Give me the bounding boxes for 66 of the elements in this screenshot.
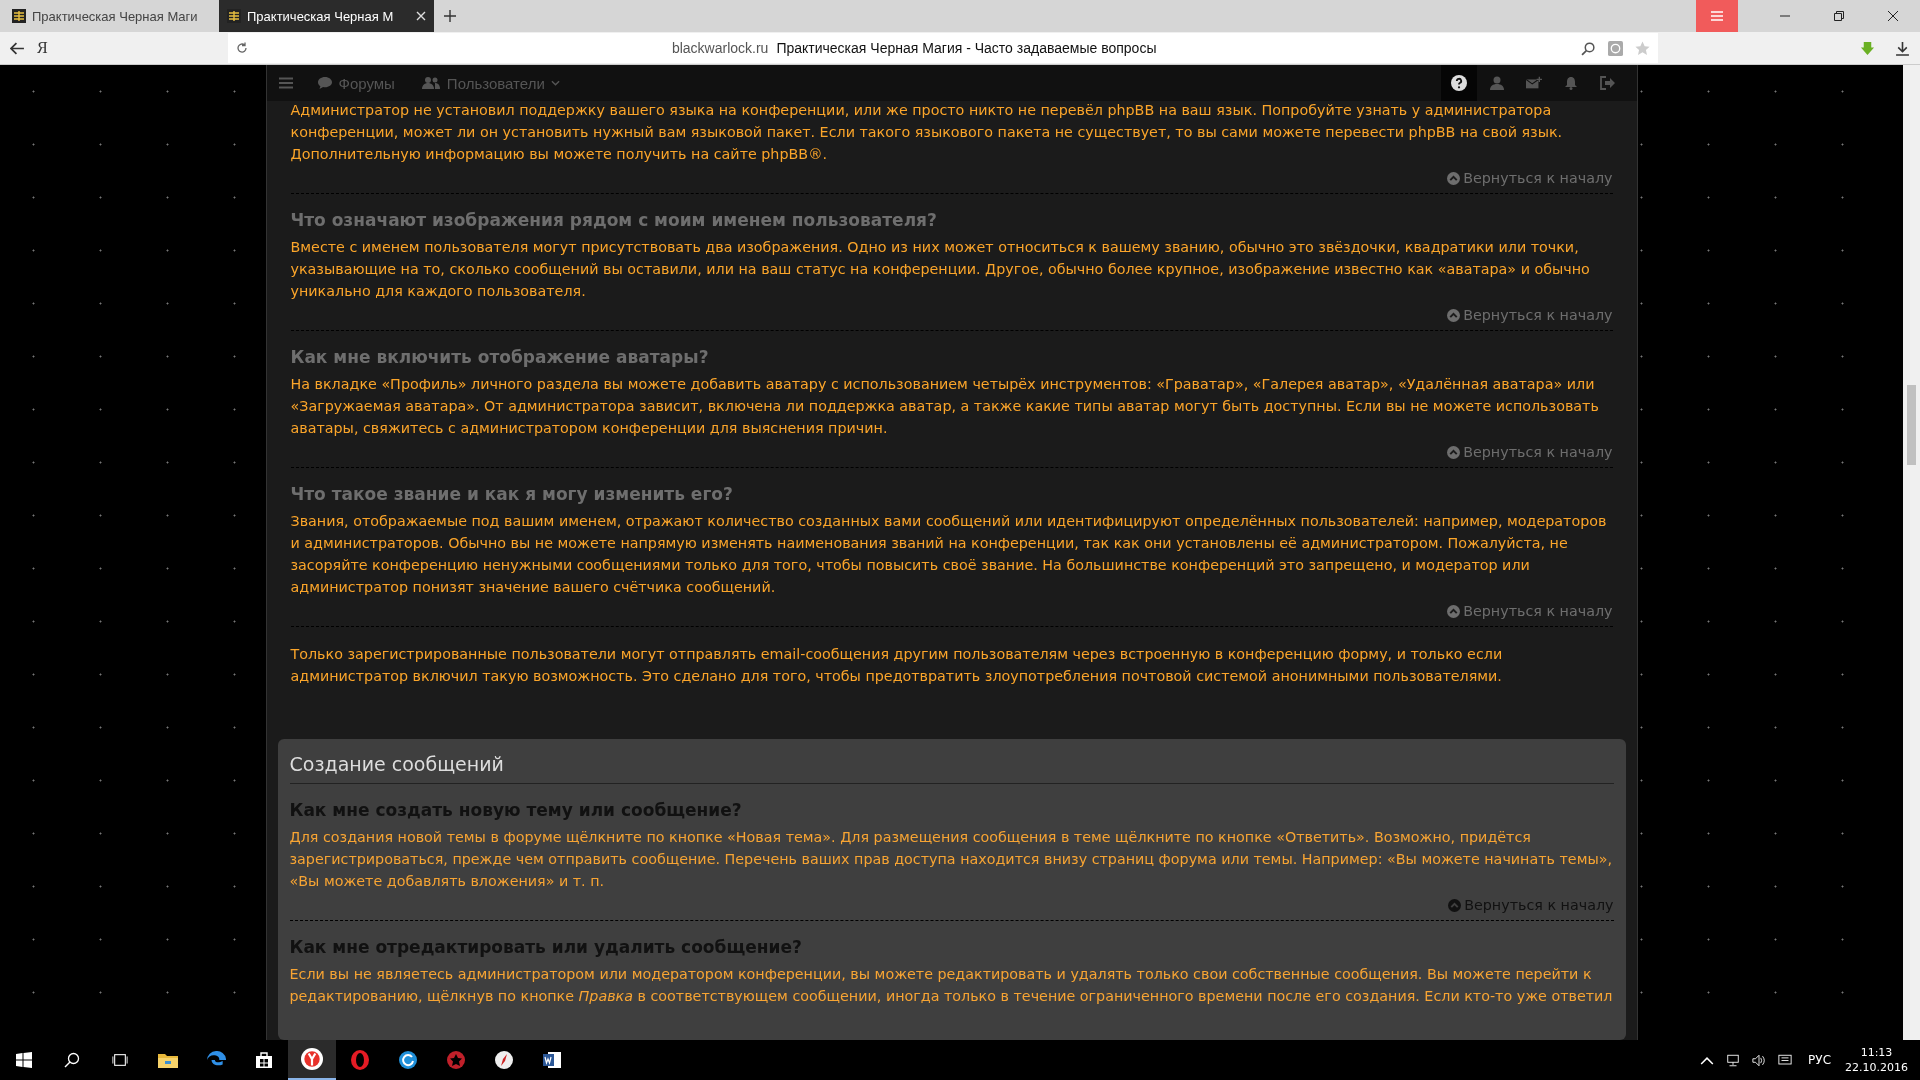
download-icon[interactable] bbox=[1895, 40, 1910, 56]
menu-icon bbox=[1711, 11, 1723, 21]
search-icon[interactable] bbox=[64, 1052, 80, 1068]
browser-tab[interactable]: Практическая Черная М bbox=[219, 0, 434, 32]
task-view-icon[interactable] bbox=[112, 1052, 128, 1068]
section-title: Создание сообщений bbox=[289, 743, 1614, 784]
back-to-top-link[interactable]: Вернуться к началу bbox=[1447, 170, 1613, 186]
navbar-link[interactable]: Пользователи bbox=[420, 74, 560, 92]
input-language[interactable]: РУС bbox=[1808, 1053, 1831, 1067]
back-arrow-icon[interactable] bbox=[10, 40, 25, 56]
network-icon[interactable] bbox=[1726, 1053, 1741, 1067]
address-domain: blackwarlock.ru bbox=[671, 40, 769, 56]
help-button[interactable] bbox=[1440, 65, 1477, 101]
start-icon[interactable] bbox=[16, 1052, 32, 1068]
new-tab-icon[interactable] bbox=[444, 10, 456, 22]
document-w-icon bbox=[542, 1050, 562, 1070]
faq-question: Что такое звание и как я могу изменить его? bbox=[290, 484, 734, 504]
menu-icon[interactable] bbox=[278, 77, 293, 89]
page-title: Практическая Черная Магия - Часто задаваемые вопросы bbox=[776, 40, 1157, 56]
notification-icon[interactable] bbox=[1778, 1053, 1793, 1067]
faq-answer: Только зарегистрированные пользователи могут отправлять email-сообщения другим пользователям через встроенную в конференцию форму, и только если администратор включил такую возможность. Это сделано для того, чтобы предотвратить злоупотребления почтовой системой анонимными пользователями. bbox=[290, 645, 1504, 686]
logout-icon[interactable] bbox=[1599, 76, 1616, 90]
faq-answer: Администратор не установил поддержку вашего языка на конференции, или же просто никто не перевёл phpBB на ваш язык. Попробуйте узнать у администратора конференции, может ли он установить нужный вам языковой пакет. Если такого языкового пакета не существует, то вы сами можете перевести phpBB на свой язык. Дополнительную информацию вы можете получить на сайте phpBB®. bbox=[290, 101, 1564, 164]
star-badge-icon bbox=[446, 1050, 466, 1070]
ring-icon bbox=[350, 1050, 370, 1070]
faq-question: Что означают изображения рядом с моим именем пользователя? bbox=[290, 210, 938, 230]
user-icon[interactable] bbox=[1488, 76, 1505, 90]
restore-icon[interactable] bbox=[1834, 11, 1844, 21]
back-to-top-link[interactable]: Вернуться к началу bbox=[1447, 307, 1613, 323]
tab-favicon bbox=[12, 9, 26, 23]
browser-y-icon bbox=[301, 1048, 323, 1070]
refresh-icon bbox=[398, 1050, 418, 1070]
speech-bubble-icon bbox=[316, 76, 333, 90]
faq-answer: Если вы не являетесь администратором или модератором конференции, вы можете редактировать и удалять только свои собственные сообщения. Вы можете перейти к редактированию, щёлкнув по кнопке Правка в соответствующем сообщении, иногда только в течение ограниченного времени после его создания. Если кто-то уже ответил bbox=[289, 965, 1614, 1006]
browser-tab[interactable]: Практическая Черная Маги bbox=[4, 0, 219, 32]
close-tab-icon[interactable] bbox=[416, 11, 426, 21]
faq-answer: Звания, отображаемые под вашим именем, отражают количество созданных вами сообщений или идентифицируют определённых пользователей: например, модераторов и администраторов. Обычно вы не можете напрямую изменять наименования званий на конференции, так как они установлены её администратором. Пожалуйста, не засоряйте конференцию ненужными сообщениями только для того, чтобы повысить своё звание. На большинстве конференций это запрещено, и модератор или администратор понизят значение вашего счётчика сообщений. bbox=[290, 512, 1608, 597]
faq-answer: Для создания новой темы в форуме щёлкните по кнопке «Новая тема». Для размещения сообщения в теме щёлкните по кнопке «Ответить». Возможно, придётся зарегистрироваться, прежде чем отправить сообщение. Перечень ваших прав доступа находится внизу страниц форума или темы. Например: «Вы можете начинать темы», «Вы можете добавлять вложения» и т. п. bbox=[289, 828, 1613, 891]
faq-question: Как мне включить отображение аватары? bbox=[290, 347, 710, 367]
mail-icon[interactable] bbox=[1525, 76, 1542, 90]
arrow-up-icon bbox=[1447, 445, 1461, 459]
users-icon bbox=[420, 76, 441, 90]
close-icon[interactable] bbox=[1888, 11, 1898, 21]
arrow-up-icon bbox=[1447, 171, 1461, 185]
arrow-up-icon bbox=[1447, 604, 1461, 618]
clock[interactable]: 11:13 22.10.2016 bbox=[1845, 1045, 1908, 1075]
navbar-link[interactable]: Форумы bbox=[316, 74, 395, 92]
arrow-up-icon bbox=[1448, 898, 1462, 912]
shopping-bag-icon bbox=[255, 1051, 273, 1069]
folder-icon bbox=[158, 1052, 178, 1068]
star-icon[interactable] bbox=[1634, 40, 1650, 56]
scrollbar[interactable] bbox=[1903, 65, 1920, 1040]
reload-icon[interactable] bbox=[235, 42, 248, 54]
taskbar-app[interactable] bbox=[288, 1040, 336, 1080]
back-to-top-link[interactable]: Вернуться к началу bbox=[1447, 444, 1613, 460]
faq-answer: На вкладке «Профиль» личного раздела вы можете добавить аватару с использованием четырёх инструментов: «Граватар», «Галерея аватар», «Удалённая аватара» или «Загружаемая аватара». От администратора зависит, включена ли поддержка аватар, а также какие типы аватар могут быть доступны. Если вы не можете использовать аватары, свяжитесь с администратором конференции для выяснения причин. bbox=[290, 375, 1600, 438]
volume-icon[interactable] bbox=[1752, 1053, 1767, 1067]
compass-icon bbox=[494, 1050, 514, 1070]
back-to-top-link[interactable]: Вернуться к началу bbox=[1447, 603, 1613, 619]
browser-logo[interactable]: Я bbox=[37, 39, 48, 57]
help-icon bbox=[1450, 75, 1467, 91]
arrow-up-icon bbox=[1447, 308, 1461, 322]
tab-favicon bbox=[227, 9, 241, 23]
address-bar[interactable]: blackwarlock.ru Практическая Черная Магия - Часто задаваемые вопросы bbox=[227, 33, 1658, 63]
faq-answer: Вместе с именем пользователя могут присутствовать два изображения. Одно из них может относиться к вашему званию, обычно это звёздочки, квадратики или точки, указывающие на то, сколько сообщений вы оставили, или на ваш статус на конференции. Другое, обычно более крупное, изображение известно как «аватара» и обычно уникально для каждого пользователя. bbox=[290, 238, 1591, 301]
search-icon[interactable] bbox=[1580, 40, 1596, 56]
